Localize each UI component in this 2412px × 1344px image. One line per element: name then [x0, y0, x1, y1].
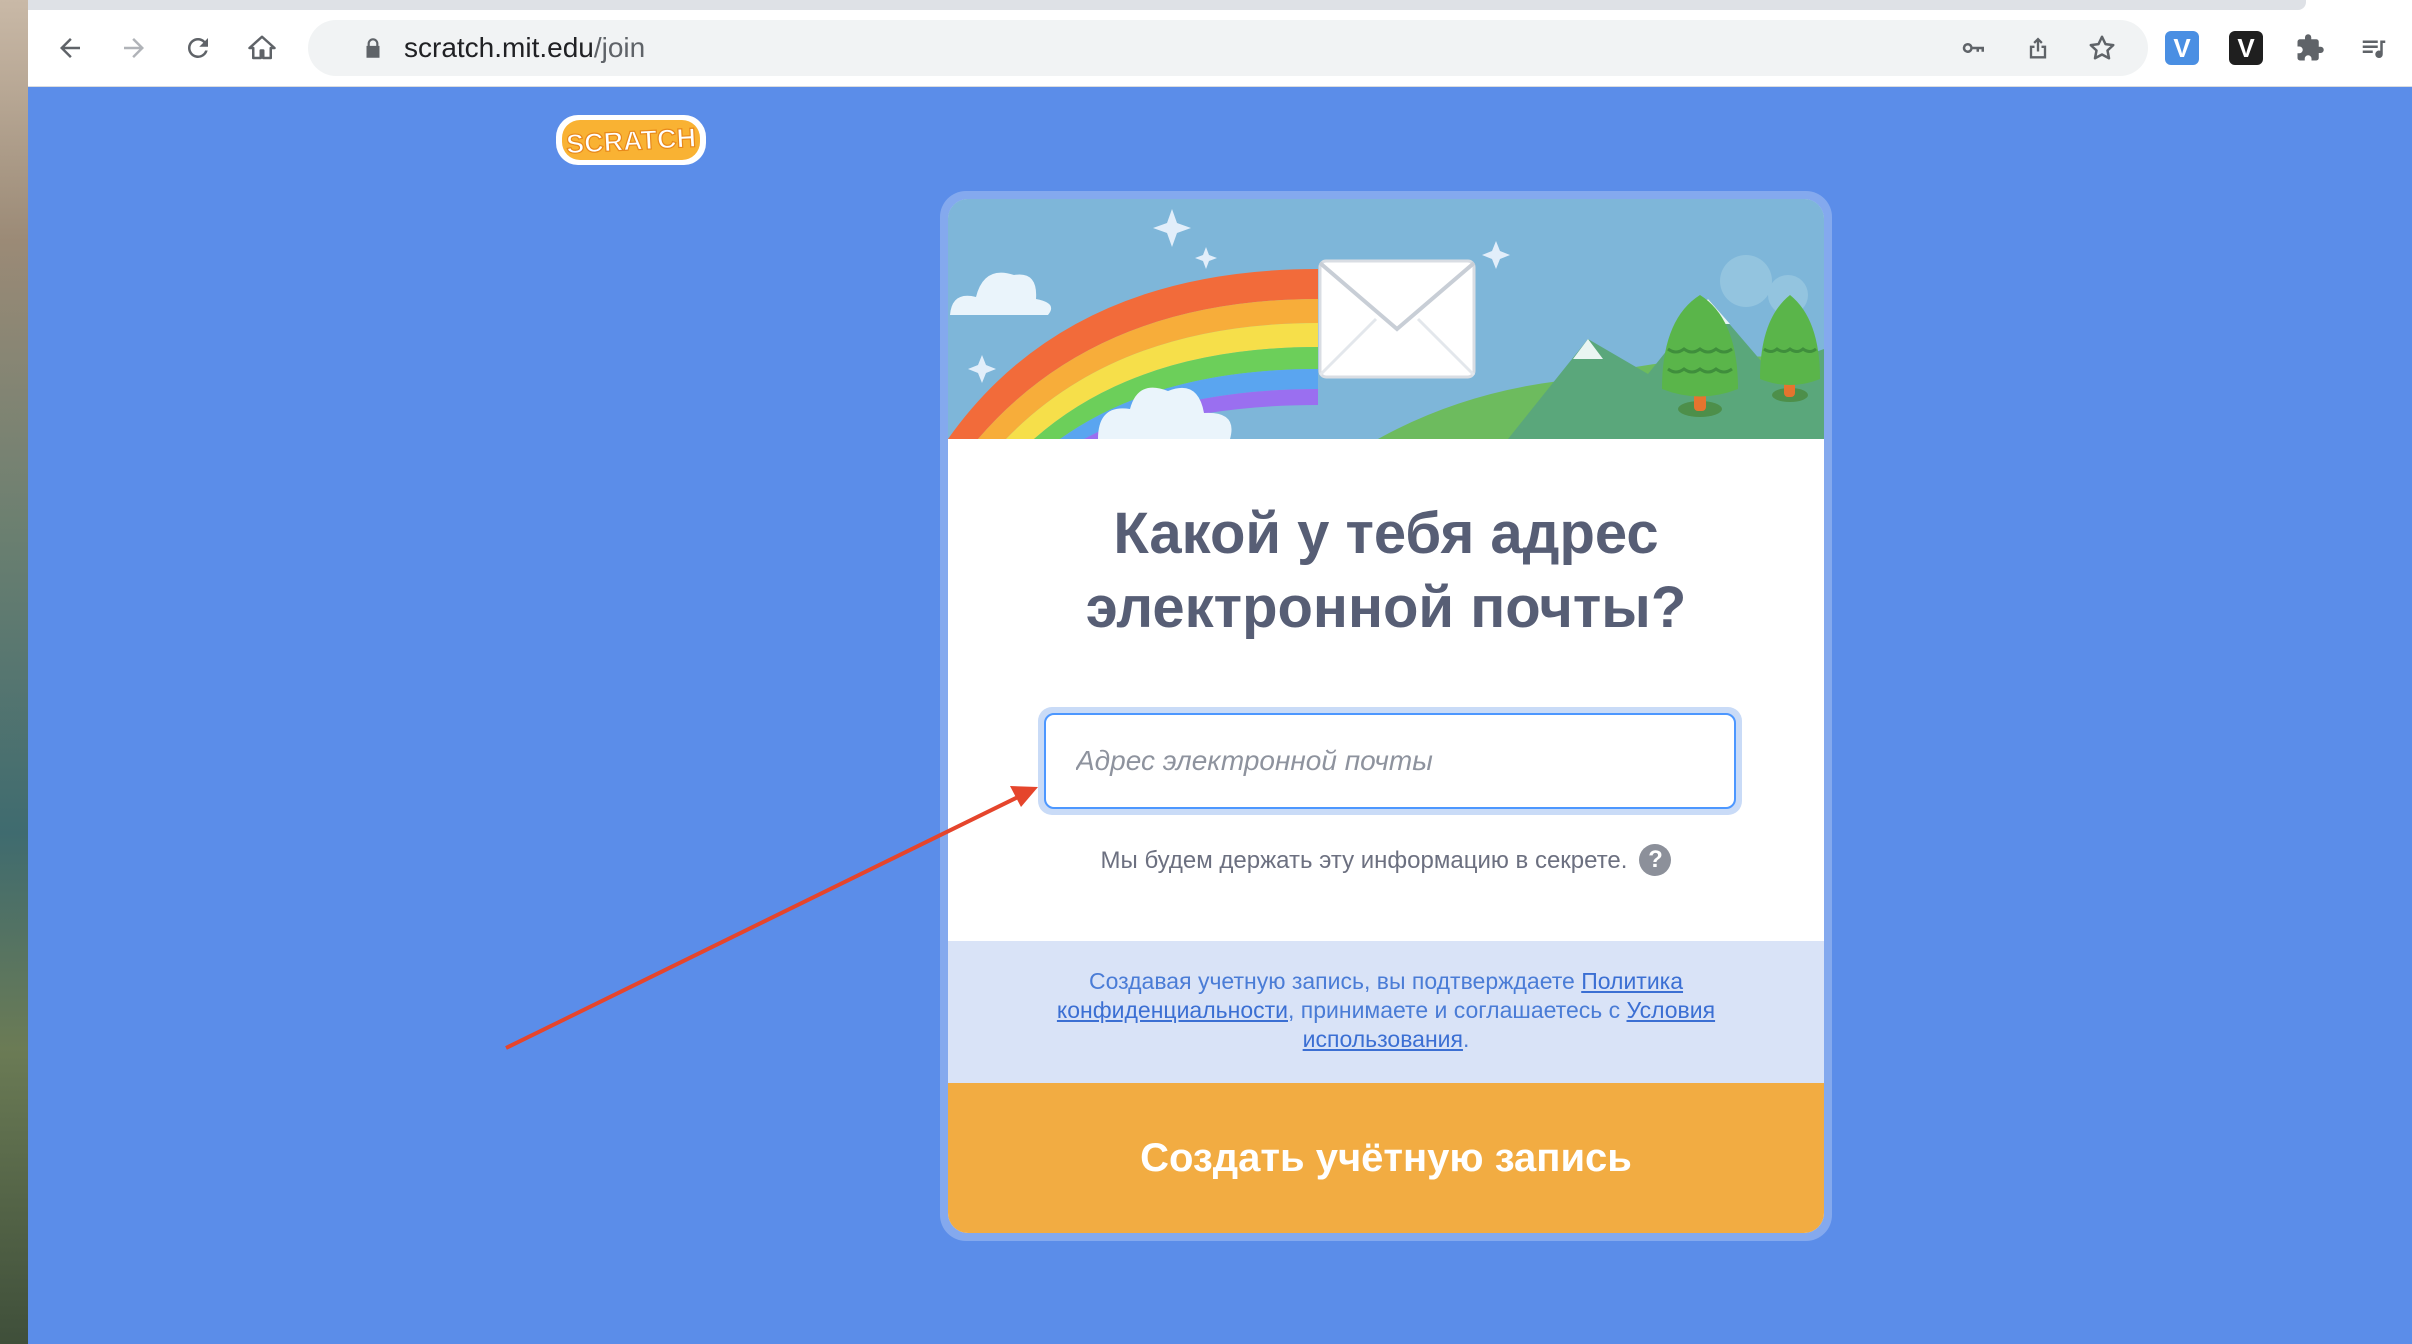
playlist-icon: [2362, 40, 2386, 59]
email-field-focus-ring: [1038, 707, 1742, 815]
page-title-line-2: электронной почты?: [1085, 575, 1687, 640]
scratch-logo[interactable]: SCRATCH: [554, 111, 708, 169]
forward-button[interactable]: [110, 24, 158, 72]
desktop-background-strip: [0, 0, 28, 1344]
reload-button[interactable]: [174, 24, 222, 72]
browser-toolbar: scratch.mit.edu/join V V: [28, 10, 2412, 87]
email-field[interactable]: [1044, 713, 1736, 809]
terms-suffix-text: .: [1462, 1026, 1470, 1052]
forward-arrow-icon: [124, 38, 144, 58]
url-host: scratch.mit.edu: [404, 32, 594, 63]
join-modal-outline: Какой у тебя адрес электронной почты? Мы…: [940, 191, 1832, 1241]
home-icon: [248, 35, 276, 60]
lock-icon: [366, 38, 380, 58]
privacy-note: Мы будем держать эту информацию в секрет…: [1100, 847, 1628, 874]
star-icon: [2089, 35, 2115, 60]
privacy-note-row: Мы будем держать эту информацию в секрет…: [948, 843, 1824, 879]
media-controls-button[interactable]: [2354, 28, 2394, 68]
home-button[interactable]: [238, 24, 286, 72]
share-button[interactable]: [2016, 26, 2060, 70]
browser-window: scratch.mit.edu/join V V SCRATCH Какой у…: [28, 0, 2412, 1344]
terms-middle-text: , принимаете и соглашаетесь с: [1288, 997, 1627, 1023]
address-bar[interactable]: scratch.mit.edu/join: [308, 20, 2148, 76]
key-icon: [1962, 42, 1984, 53]
password-key-button[interactable]: [1952, 26, 1996, 70]
terms-prefix-text: Создавая учетную запись, вы подтверждает…: [1088, 968, 1582, 994]
scratch-join-page: SCRATCH Какой у тебя адрес электронной п…: [28, 87, 2412, 1344]
v-blue-extension-button[interactable]: V: [2162, 28, 2202, 68]
create-account-button[interactable]: Создать учётную запись: [948, 1083, 1824, 1233]
reload-icon: [187, 37, 208, 58]
url-text[interactable]: scratch.mit.edu/join: [404, 34, 645, 62]
terms-notice: Создавая учетную запись, вы подтверждает…: [948, 941, 1824, 1083]
page-title: Какой у тебя адрес электронной почты?: [948, 497, 1824, 645]
join-modal: Какой у тебя адрес электронной почты? Мы…: [948, 199, 1824, 1233]
v-dark-extension-button[interactable]: V: [2226, 28, 2266, 68]
v-dark-extension-icon: V: [2229, 31, 2263, 65]
back-button[interactable]: [46, 24, 94, 72]
bookmark-button[interactable]: [2080, 26, 2124, 70]
create-account-button-label: Создать учётную запись: [1140, 1135, 1632, 1180]
page-title-line-1: Какой у тебя адрес: [1113, 501, 1659, 566]
puzzle-icon: [2297, 34, 2324, 61]
email-banner-illustration: [948, 199, 1824, 439]
back-arrow-icon: [60, 38, 80, 58]
extensions-button[interactable]: [2290, 28, 2330, 68]
share-icon: [2029, 37, 2047, 59]
tab-strip: [28, 0, 2306, 10]
help-icon[interactable]: ?: [1639, 843, 1672, 876]
url-path: /join: [593, 32, 646, 63]
v-blue-extension-icon: V: [2165, 31, 2199, 65]
